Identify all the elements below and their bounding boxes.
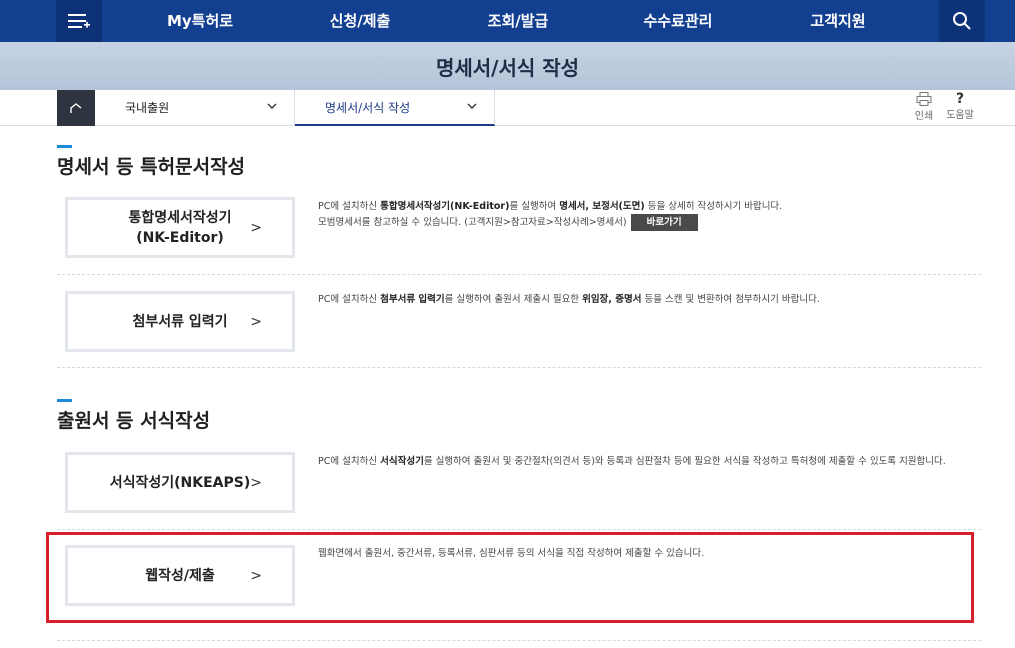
breadcrumb-spec-form-writing[interactable]: 명세서/서식 작성 [295,90,495,126]
nkeaps-label: 서식작성기(NKEAPS) [109,474,251,491]
chevron-right-icon: > [250,475,262,491]
nav-fee-management[interactable]: 수수료관리 [628,0,728,42]
search-icon [953,12,971,30]
nk-editor-button[interactable]: 통합명세서작성기 (NK-Editor) > [65,197,295,258]
top-navigation: My특허로 신청/제출 조회/발급 수수료관리 고객지원 [0,0,1015,42]
nk-editor-label: 통합명세서작성기 (NK-Editor) [128,209,232,246]
section-title-form-writing: 출원서 등 서식작성 [57,399,210,433]
divider [57,367,981,368]
help-icon: ? [955,91,965,107]
breadcrumb-label: 명세서/서식 작성 [325,101,411,115]
attachment-input-label: 첨부서류 입력기 [132,313,228,330]
section-title-patent-documents: 명세서 등 특허문서작성 [57,145,245,179]
divider [57,529,981,530]
divider [57,640,981,641]
highlight-box [46,532,974,623]
attachment-input-button[interactable]: 첨부서류 입력기 > [65,291,295,352]
goto-button[interactable]: 바로가기 [630,214,698,231]
chevron-right-icon: > [250,220,262,236]
chevron-down-icon [467,103,477,109]
help-label: 도움말 [946,110,974,121]
breadcrumb-domestic-application[interactable]: 국내출원 [95,90,295,126]
hamburger-menu-icon [68,14,90,28]
nav-inquiry-issue[interactable]: 조회/발급 [468,0,568,42]
print-icon [916,92,932,106]
location-bar: 국내출원 명세서/서식 작성 인쇄 ? 도움말 [0,90,1015,126]
divider [57,274,981,275]
search-button[interactable] [939,0,985,42]
home-button[interactable] [57,90,95,126]
chevron-right-icon: > [250,314,262,330]
nk-editor-description: PC에 설치하신 통합명세서작성기(NK-Editor)를 실행하여 명세서, … [318,199,978,231]
breadcrumb-label: 국내출원 [125,101,170,115]
print-label: 인쇄 [914,111,934,122]
menu-button[interactable] [56,0,102,42]
nkeaps-description: PC에 설치하신 서식작성기를 실행하여 출원서 및 중간절차(의견서 등)와 … [318,456,946,467]
help-button[interactable]: ? 도움말 [944,92,976,124]
title-band: 명세서/서식 작성 [0,42,1015,90]
print-button[interactable]: 인쇄 [908,92,940,124]
page-title: 명세서/서식 작성 [435,56,580,80]
home-icon [70,103,82,113]
attachment-input-description: PC에 설치하신 첨부서류 입력기를 실행하여 출원서 제출시 필요한 위임장,… [318,294,820,305]
nav-my-patent[interactable]: My특허로 [150,0,250,42]
nav-customer-support[interactable]: 고객지원 [788,0,888,42]
nkeaps-button[interactable]: 서식작성기(NKEAPS) > [65,452,295,513]
chevron-down-icon [267,103,277,109]
nav-application-submit[interactable]: 신청/제출 [310,0,410,42]
